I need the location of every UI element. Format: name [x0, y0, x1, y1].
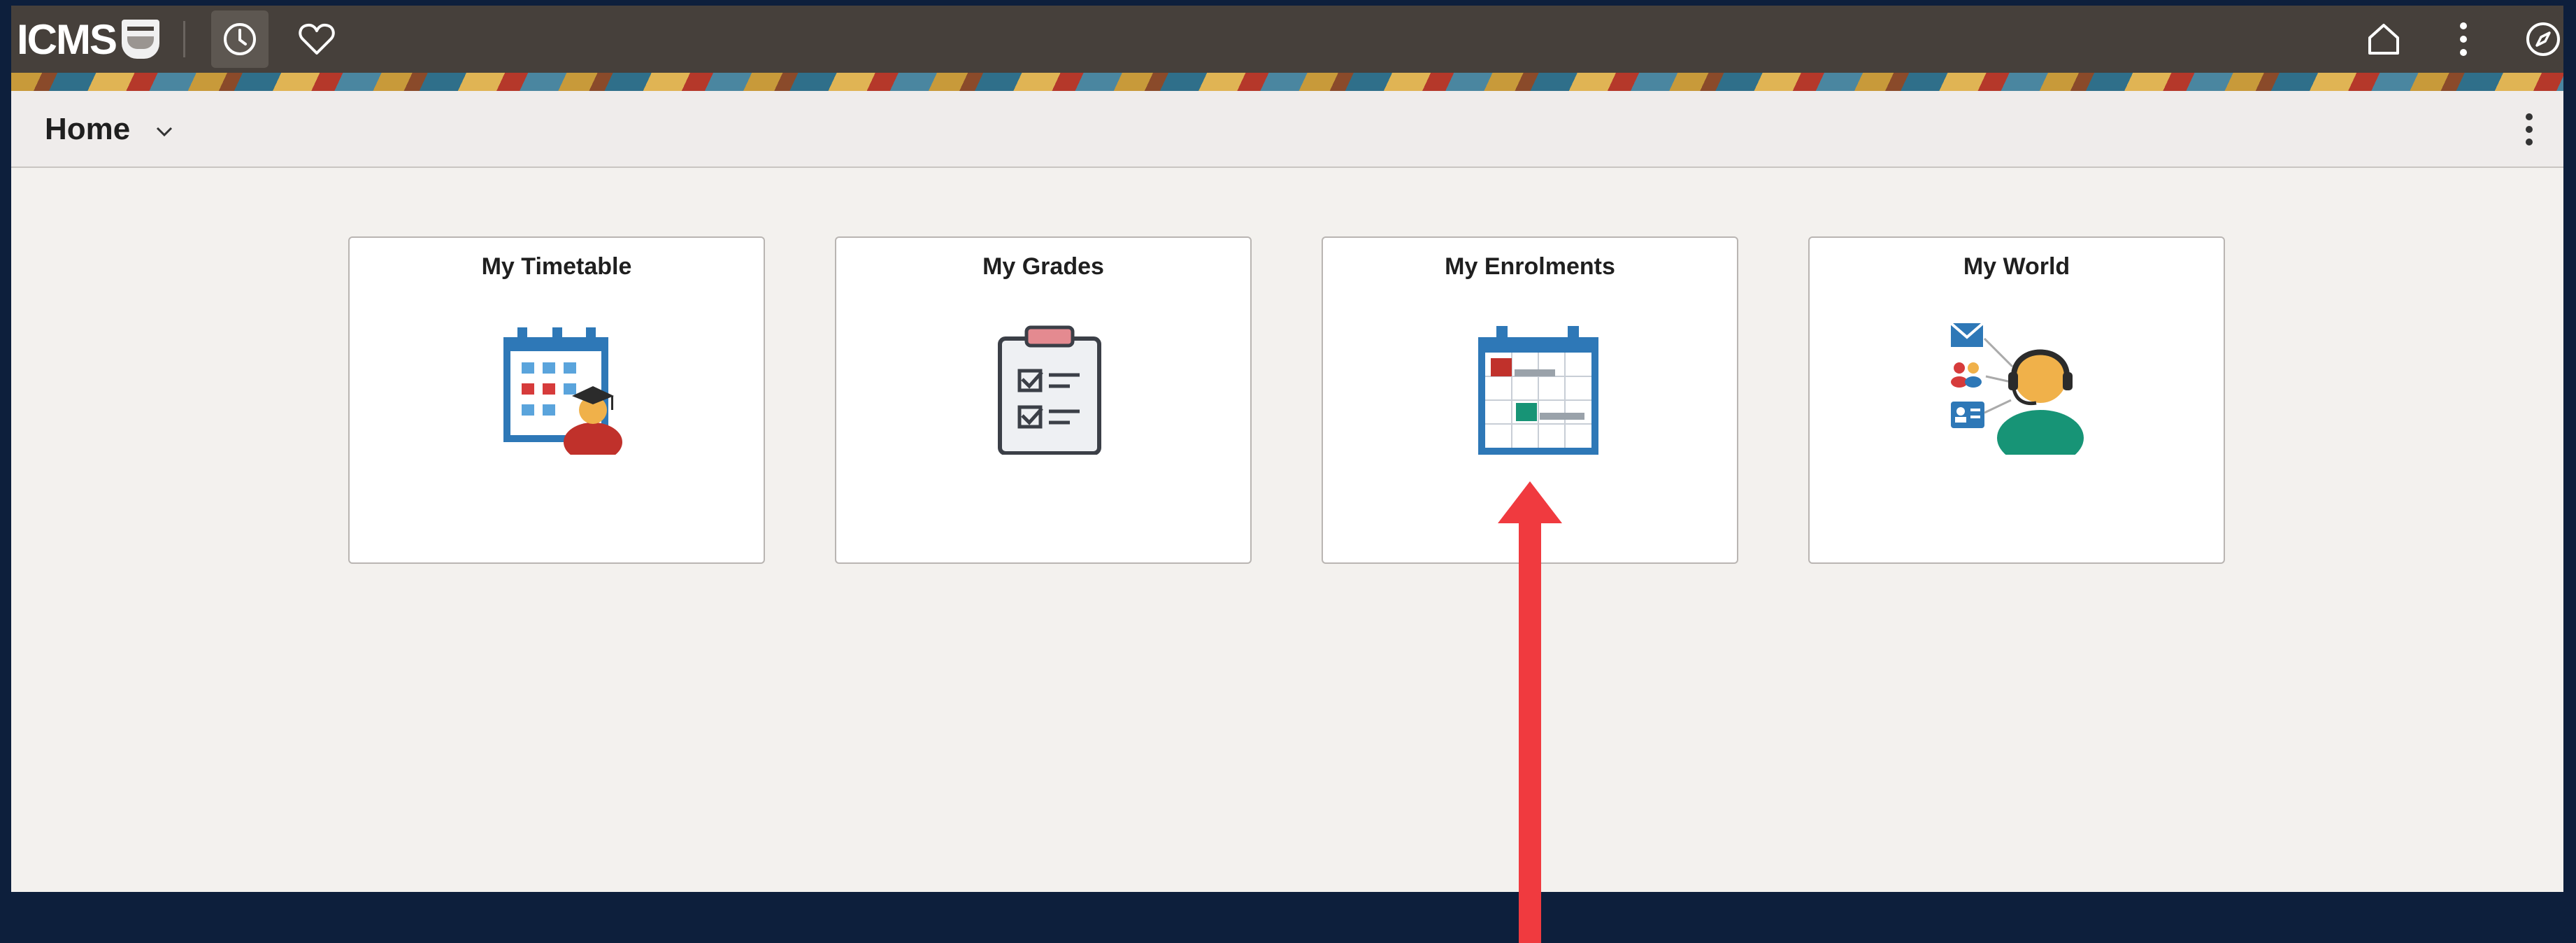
- recent-places-button[interactable]: [211, 10, 269, 68]
- decorative-banner: [11, 73, 2563, 91]
- crest-icon: [122, 20, 159, 59]
- tile-my-timetable[interactable]: My Timetable: [348, 236, 765, 564]
- clock-icon: [224, 23, 256, 55]
- enrolment-calendar-icon: [1478, 326, 1598, 455]
- annotation-arrow: [1498, 481, 1562, 943]
- tile-title: My Enrolments: [1445, 253, 1615, 280]
- actions-menu-button[interactable]: [2435, 10, 2492, 68]
- page-header: Home: [11, 91, 2563, 168]
- page-actions-icon[interactable]: [2524, 112, 2534, 147]
- timetable-calendar-student-icon: [503, 327, 622, 455]
- navigator-button[interactable]: [2514, 10, 2563, 68]
- compass-icon: [2526, 22, 2560, 56]
- my-favorites-button[interactable]: [288, 10, 345, 68]
- top-navigation-bar: ICMS: [11, 6, 2563, 73]
- tile-my-grades[interactable]: My Grades: [835, 236, 1252, 564]
- tile-title: My Timetable: [481, 253, 632, 280]
- chevron-down-icon[interactable]: [155, 126, 173, 137]
- clipboard-checklist-icon: [998, 325, 1101, 455]
- tile-title: My Grades: [982, 253, 1104, 280]
- logo-text: ICMS: [17, 15, 117, 63]
- home-button[interactable]: [2355, 10, 2412, 68]
- tile-title: My World: [1963, 253, 2070, 280]
- tile-my-world[interactable]: My World: [1808, 236, 2225, 564]
- page-title[interactable]: Home: [45, 112, 130, 147]
- icms-logo[interactable]: ICMS: [17, 6, 185, 73]
- support-agent-contacts-icon: [1949, 322, 2084, 455]
- toolbar-divider: [183, 21, 185, 57]
- app-window: ICMS Home My Timetable My Grades My Enro…: [11, 6, 2563, 892]
- heart-icon: [299, 23, 335, 55]
- vertical-dots-icon: [2460, 22, 2467, 56]
- home-icon: [2368, 24, 2399, 55]
